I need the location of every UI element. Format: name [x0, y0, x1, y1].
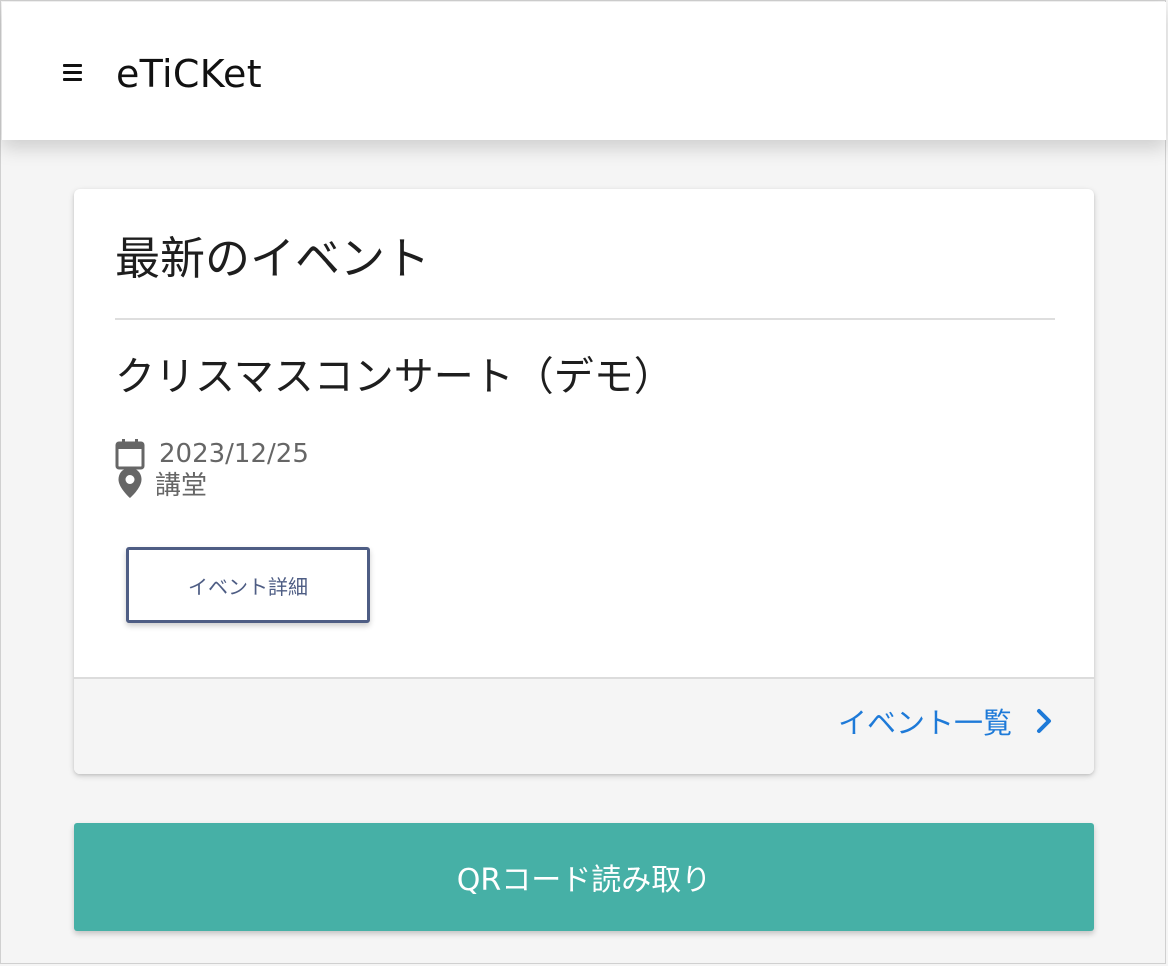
event-location: 講堂	[155, 470, 208, 501]
latest-events-card: 最新のイベント クリスマスコンサート（デモ） 2023/12/25 講堂 イベン…	[74, 189, 1094, 774]
card-footer: イベント一覧	[74, 677, 1094, 774]
app-frame: eTiCKet 最新のイベント クリスマスコンサート（デモ） 2023/12/2…	[0, 0, 1166, 964]
map-pin-icon	[113, 466, 147, 500]
app-title: eTiCKet	[116, 52, 262, 96]
hamburger-menu-icon[interactable]	[58, 58, 88, 88]
card-heading: 最新のイベント	[115, 232, 431, 285]
qr-code-scan-button[interactable]: QRコード読み取り	[74, 823, 1094, 931]
all-events-link[interactable]: イベント一覧	[838, 699, 1058, 743]
all-events-link-label: イベント一覧	[837, 706, 1012, 740]
event-title: クリスマスコンサート（デモ）	[115, 354, 674, 400]
event-location-row: 講堂	[113, 466, 208, 501]
card-divider	[115, 318, 1055, 320]
app-bar: eTiCKet	[2, 2, 1166, 140]
chevron-right-icon	[1032, 708, 1058, 734]
event-detail-button[interactable]: イベント詳細	[126, 547, 370, 623]
